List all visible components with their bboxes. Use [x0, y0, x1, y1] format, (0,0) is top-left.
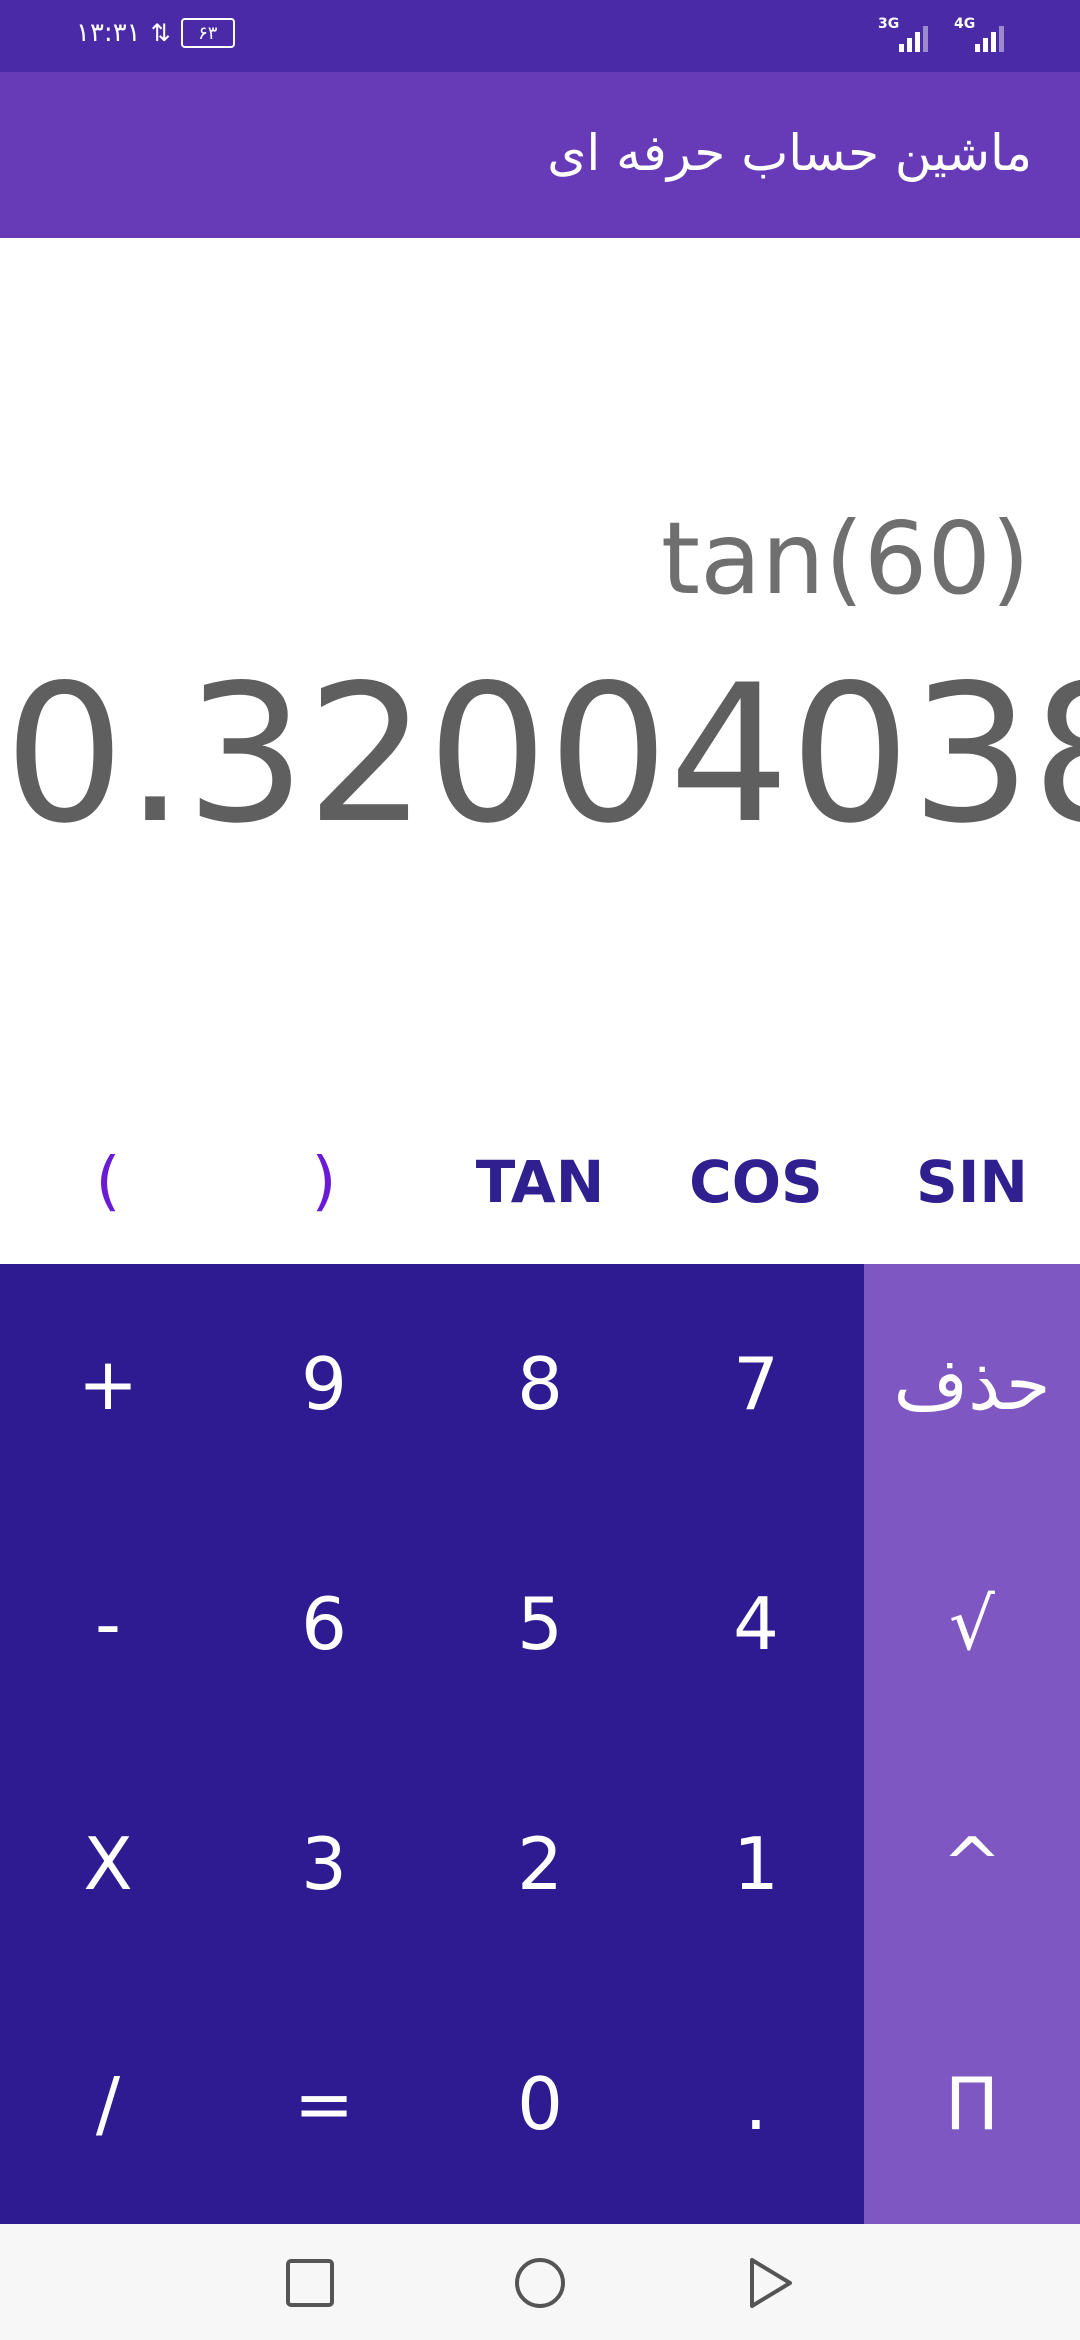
status-bar: ۱۳:۳۱ ⇅ ۶۳ 3G 4G — [0, 0, 1080, 72]
digit-3-button[interactable]: 3 — [216, 1744, 432, 1984]
home-circle-icon[interactable] — [505, 2248, 575, 2318]
signal-4g-icon: 4G — [954, 16, 1004, 52]
network-type-label: 4G — [954, 16, 976, 32]
data-transfer-icon: ⇅ — [150, 19, 171, 47]
battery-icon: ۶۳ — [180, 18, 235, 48]
digit-7-button[interactable]: 7 — [648, 1264, 864, 1504]
expression-display: tan(60) — [660, 500, 1030, 617]
network-type-label: 3G — [878, 16, 900, 32]
plus-button[interactable]: + — [0, 1264, 216, 1504]
digit-5-button[interactable]: 5 — [432, 1504, 648, 1744]
app-title: ماشین حساب حرفه ای — [547, 124, 1032, 182]
minus-button[interactable]: - — [0, 1504, 216, 1744]
digit-6-button[interactable]: 6 — [216, 1504, 432, 1744]
sin-button[interactable]: SIN — [864, 1130, 1080, 1234]
equals-button[interactable]: = — [216, 1984, 432, 2224]
digit-2-button[interactable]: 2 — [432, 1744, 648, 1984]
clock: ۱۳:۳۱ — [76, 18, 141, 48]
recents-square-icon[interactable] — [275, 2248, 345, 2318]
app-bar: ماشین حساب حرفه ای — [0, 72, 1080, 238]
cos-button[interactable]: COS — [648, 1130, 864, 1234]
digit-0-button[interactable]: 0 — [432, 1984, 648, 2224]
open-paren-button[interactable]: ( — [0, 1130, 216, 1234]
sqrt-button[interactable]: √ — [864, 1504, 1080, 1744]
battery-level: ۶۳ — [198, 22, 218, 44]
keypad: + 9 8 7 - 6 5 4 X 3 2 1 / = 0 . — [0, 1264, 864, 2224]
close-paren-button[interactable]: ) — [216, 1130, 432, 1234]
status-right: 3G 4G — [878, 16, 1004, 52]
calculator-screen: ۱۳:۳۱ ⇅ ۶۳ 3G 4G ماشین حساب حرفه ای tan(… — [0, 0, 1080, 2340]
function-row: ( ) TAN COS SIN — [0, 1130, 1080, 1234]
navigation-bar — [0, 2224, 1080, 2340]
result-display: 0.32004038937 — [4, 660, 1080, 850]
decimal-point-button[interactable]: . — [648, 1984, 864, 2224]
multiply-button[interactable]: X — [0, 1744, 216, 1984]
delete-button[interactable]: حذف — [864, 1264, 1080, 1504]
tan-button[interactable]: TAN — [432, 1130, 648, 1234]
digit-8-button[interactable]: 8 — [432, 1264, 648, 1504]
digit-4-button[interactable]: 4 — [648, 1504, 864, 1744]
divide-button[interactable]: / — [0, 1984, 216, 2224]
advanced-pad: حذف √ ^ Π — [864, 1264, 1080, 2224]
digit-9-button[interactable]: 9 — [216, 1264, 432, 1504]
status-left: ۱۳:۳۱ ⇅ ۶۳ — [76, 18, 235, 48]
pi-button[interactable]: Π — [864, 1984, 1080, 2224]
signal-3g-icon: 3G — [878, 16, 928, 52]
digit-1-button[interactable]: 1 — [648, 1744, 864, 1984]
power-button[interactable]: ^ — [864, 1744, 1080, 1984]
back-triangle-icon[interactable] — [735, 2248, 805, 2318]
